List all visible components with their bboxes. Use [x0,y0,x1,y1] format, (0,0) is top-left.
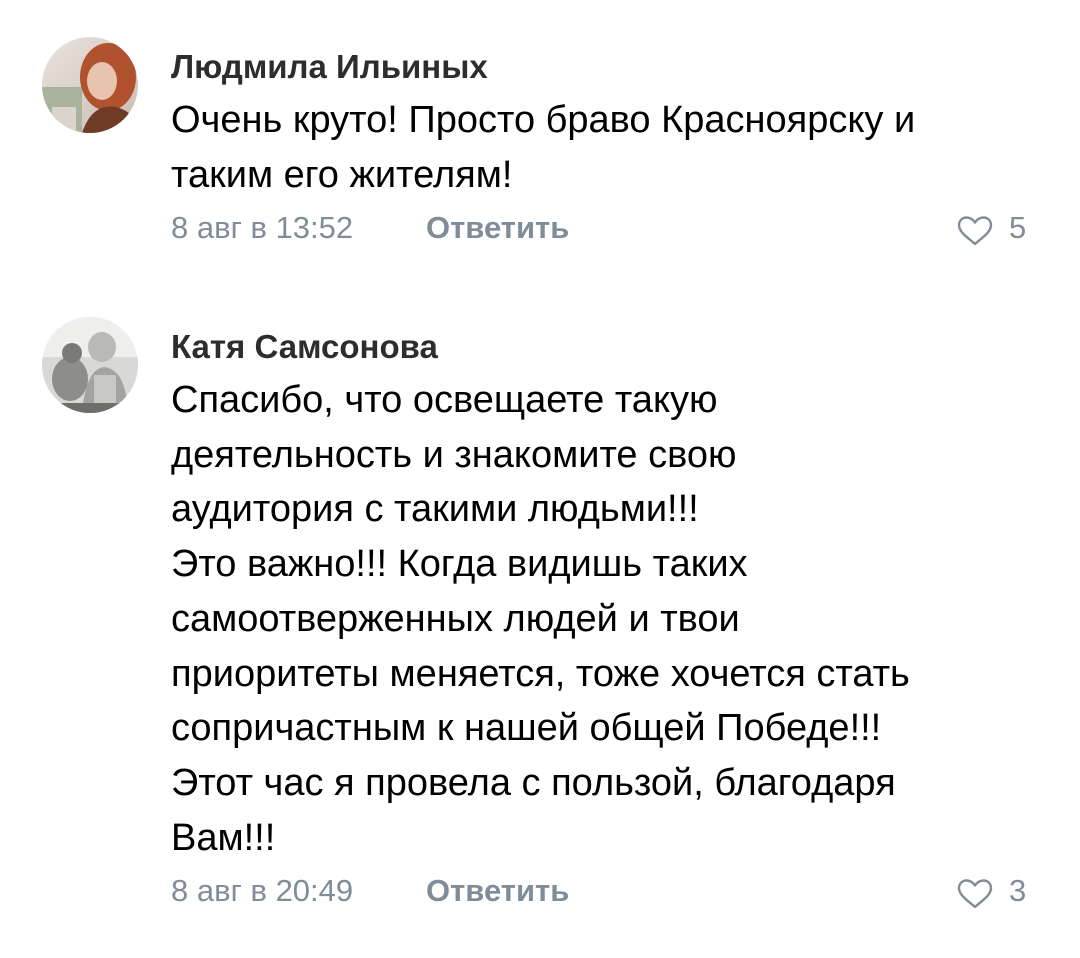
comment-text-line: Очень круто! Просто браво Красноярску и [171,99,916,141]
comment-date: 8 авг в 20:49 [171,873,354,909]
comment-text-line: деятельность и знакомите свою [171,433,737,476]
comment-text: Спасибо, что освещаете такую деятельност… [171,373,1051,865]
avatar-photo [42,37,138,133]
comment-text-line: сопричастным к нашей общей Победе!!! [171,707,882,750]
comment-text-line: Это важно!!! Когда видишь таких [171,543,748,586]
comment-date: 8 авг в 13:52 [171,210,354,246]
avatar[interactable] [42,317,138,413]
comment-author[interactable]: Людмила Ильиных [171,47,1051,87]
comment-text-line: приоритеты меняется, тоже хочется стать [171,652,910,695]
reply-button[interactable]: Ответить [426,869,569,913]
comment-text-line: Этот час я провела с пользой, благодаря [171,761,896,804]
comment-text-line: Вам!!! [171,816,276,859]
avatar-photo [42,317,138,413]
like-count: 3 [1009,873,1027,909]
comment-text-line: таким его жителям! [171,153,513,196]
like-button[interactable]: 5 [957,206,1047,250]
comment-text-line: аудитория с такими людьми!!! [171,488,699,531]
avatar[interactable] [42,37,138,133]
heart-outline-icon [957,879,993,909]
heart-outline-icon [957,216,993,246]
reply-button[interactable]: Ответить [426,206,569,250]
comment-text-line: Спасибо, что освещаете такую [171,379,718,421]
comment-meta: 8 авг в 20:49 Ответить 3 [171,869,1051,913]
comment-text: Очень круто! Просто браво Красноярску и … [171,93,1051,202]
like-count: 5 [1009,210,1027,246]
comment-text-line: самоотверженных людей и твои [171,597,740,640]
like-button[interactable]: 3 [957,869,1047,913]
comment-meta: 8 авг в 13:52 Ответить 5 [171,206,1051,250]
comment-author[interactable]: Катя Самсонова [171,327,1051,367]
